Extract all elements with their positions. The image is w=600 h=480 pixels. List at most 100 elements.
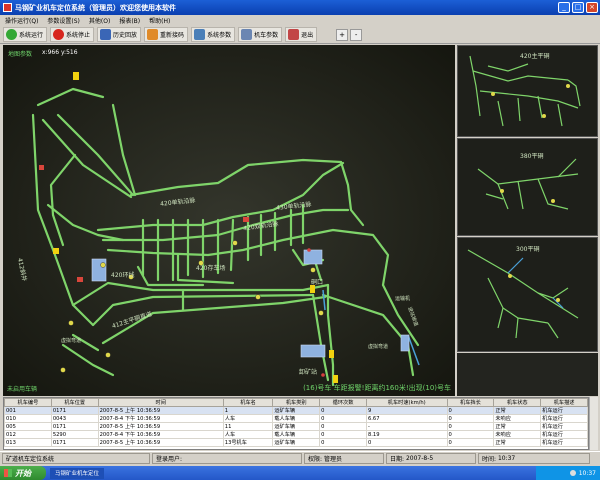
run-icon [6, 29, 17, 40]
inset-380-main[interactable]: 380平硐 [457, 138, 598, 236]
cell: 载人车辆 [272, 430, 321, 439]
start-button[interactable]: 开始 [0, 466, 46, 480]
cell: 0 [319, 438, 367, 447]
label-curve-1: 虚拟弯道 [61, 338, 82, 344]
cell: 001 [4, 406, 52, 415]
inset-label-380: 380平硐 [520, 153, 544, 160]
cell: 2007-8-5 上午 10:36:59 [97, 422, 224, 431]
label-sensor: 运输机 [395, 296, 411, 302]
label-420-loop: 420环线 [111, 272, 135, 279]
menu-settings[interactable]: 参数设置(S) [47, 16, 80, 25]
map-header: 地图参数 x:966 y:516 [8, 49, 78, 58]
map-coords: x:966 y:516 [42, 49, 78, 56]
zoom-in-button[interactable]: + [336, 28, 349, 41]
col-header[interactable]: 机车状态 [493, 398, 542, 407]
cell: 9 [365, 406, 448, 415]
toolbar: 系统运行 系统停止 历史回放 重新接码 系统参数 机车参数 退出 + - [0, 26, 600, 44]
system-params-button[interactable]: 系统参数 [191, 27, 236, 42]
exit-button[interactable]: 退出 [285, 27, 318, 42]
cell: 6.67 [365, 414, 448, 423]
label-curve-2: 虚拟弯道 [368, 344, 389, 350]
stop-icon [53, 29, 65, 40]
col-header[interactable]: 机车编号 [4, 398, 52, 407]
history-icon [100, 29, 112, 40]
cell: 11 [222, 422, 274, 431]
cell: 2007-8-4 下午 10:36:59 [97, 430, 224, 439]
menu-bar: 操作运行(Q) 参数设置(S) 其他(O) 报表(B) 帮助(H) [0, 15, 600, 26]
menu-help[interactable]: 帮助(H) [149, 16, 170, 25]
table-scrollbar[interactable] [589, 397, 598, 450]
table-header-row: 机车编号 机车位置 时间 机车名 机车类别 循环次数 机车时速(km/h) 机车… [4, 398, 588, 407]
distance-alarm: (16)号车 车距报警!距离约160米!出现(10)号车 [303, 384, 451, 392]
col-header[interactable]: 机车挡长 [446, 398, 495, 407]
col-header[interactable]: 机车描述 [540, 398, 588, 407]
app-icon [3, 3, 12, 12]
menu-other[interactable]: 其他(O) [89, 16, 110, 25]
cell: 未响应 [493, 414, 542, 423]
cell: 运矿车辆 [272, 406, 321, 415]
inset-420-main[interactable]: 420主平硐 [457, 45, 598, 137]
taskbar-item-app[interactable]: 马钢矿业机车定位 [50, 467, 105, 479]
cell: 0 [319, 414, 367, 423]
system-stop-button[interactable]: 系统停止 [50, 27, 95, 42]
cell: 正常 [493, 438, 542, 447]
recode-icon [147, 29, 159, 40]
table-row[interactable]: 005 0171 2007-8-5 上午 10:36:59 11 运矿车辆 0-0 正常 机车… [4, 422, 588, 431]
cell: 未响应 [493, 430, 542, 439]
loco-params-button[interactable]: 机车参数 [238, 27, 283, 42]
cell: 正常 [493, 422, 542, 431]
col-header[interactable]: 机车时速(km/h) [365, 398, 448, 407]
menu-report[interactable]: 报表(B) [119, 16, 140, 25]
tray-icon[interactable] [569, 470, 576, 476]
label-mouth: 硐口 [311, 279, 324, 286]
zoom-out-button[interactable]: - [350, 28, 363, 41]
cell: 010 [4, 414, 52, 423]
cell: 人车 [222, 414, 274, 423]
cell: 机车运行 [540, 430, 588, 439]
col-header[interactable]: 机车位置 [50, 398, 99, 407]
system-run-button[interactable]: 系统运行 [3, 27, 48, 42]
window-title: 马钢矿业机车定位系统（管理员）欢迎您使用本软件 [15, 3, 176, 12]
maximize-button[interactable]: □ [572, 2, 584, 13]
table-row[interactable]: 010 0043 2007-8-4 下午 10:36:59 人车 载人车辆 0 6.67 0 未… [4, 414, 588, 423]
cell: 013 [4, 438, 52, 447]
cell: 0 [319, 430, 367, 439]
cell: 005 [4, 422, 52, 431]
cell: 0171 [50, 438, 99, 447]
close-button[interactable]: × [586, 2, 598, 13]
history-playback-button[interactable]: 历史回放 [97, 27, 142, 42]
col-header[interactable]: 机车名 [222, 398, 274, 407]
table-row[interactable]: 001 0171 2007-8-5 上午 10:36:59 1 运矿车辆 0 9 0 正常 机车运… [4, 406, 588, 415]
label-420-storage: 420存车场 [196, 265, 226, 272]
col-header[interactable]: 机车类别 [272, 398, 321, 407]
cell: 5290 [50, 430, 99, 439]
col-header[interactable]: 循环次数 [319, 398, 367, 407]
cell: 0 [446, 422, 495, 431]
status-role-value: 管理员 [323, 456, 342, 463]
table-row[interactable]: 013 0171 2007-8-5 上午 10:36:59 13号机车 运矿车辆 0 0 0 正… [4, 438, 588, 447]
params-icon [194, 29, 206, 40]
minimize-button[interactable]: _ [558, 2, 570, 13]
inactive-vehicles-label: 未启用车辆 [7, 386, 38, 393]
inset-300-main[interactable]: 300平硐 [457, 237, 598, 352]
cell: - [365, 422, 448, 431]
cell: 0 [446, 438, 495, 447]
cell: 0171 [50, 406, 99, 415]
locomotive-table[interactable]: 机车编号 机车位置 时间 机车名 机车类别 循环次数 机车时速(km/h) 机车… [3, 397, 589, 450]
inset-footer [457, 353, 598, 396]
status-user: 登录用户: [152, 453, 302, 464]
menu-operate[interactable]: 操作运行(Q) [5, 16, 38, 25]
inset-map-300 [458, 238, 597, 351]
cell: 载人车辆 [272, 414, 321, 423]
col-header[interactable]: 时间 [97, 398, 224, 407]
status-time: 时间: 10:37 [478, 453, 590, 464]
cell: 0 [365, 438, 448, 447]
cell: 2007-8-5 上午 10:36:59 [97, 406, 224, 415]
cell: 8.19 [365, 430, 448, 439]
table-row[interactable]: 012 5290 2007-8-4 下午 10:36:59 人车 载人车辆 0 8.19 0 未… [4, 430, 588, 439]
main-map[interactable]: 地图参数 x:966 y:516 420单轨沿脉 430单轨沿脉 420双轨沿脉… [3, 45, 455, 396]
status-date: 日期: 2007-8-5 [386, 453, 476, 464]
inset-label-420: 420主平硐 [520, 53, 550, 60]
cell: 运矿车辆 [272, 422, 321, 431]
recode-button[interactable]: 重新接码 [144, 27, 189, 42]
